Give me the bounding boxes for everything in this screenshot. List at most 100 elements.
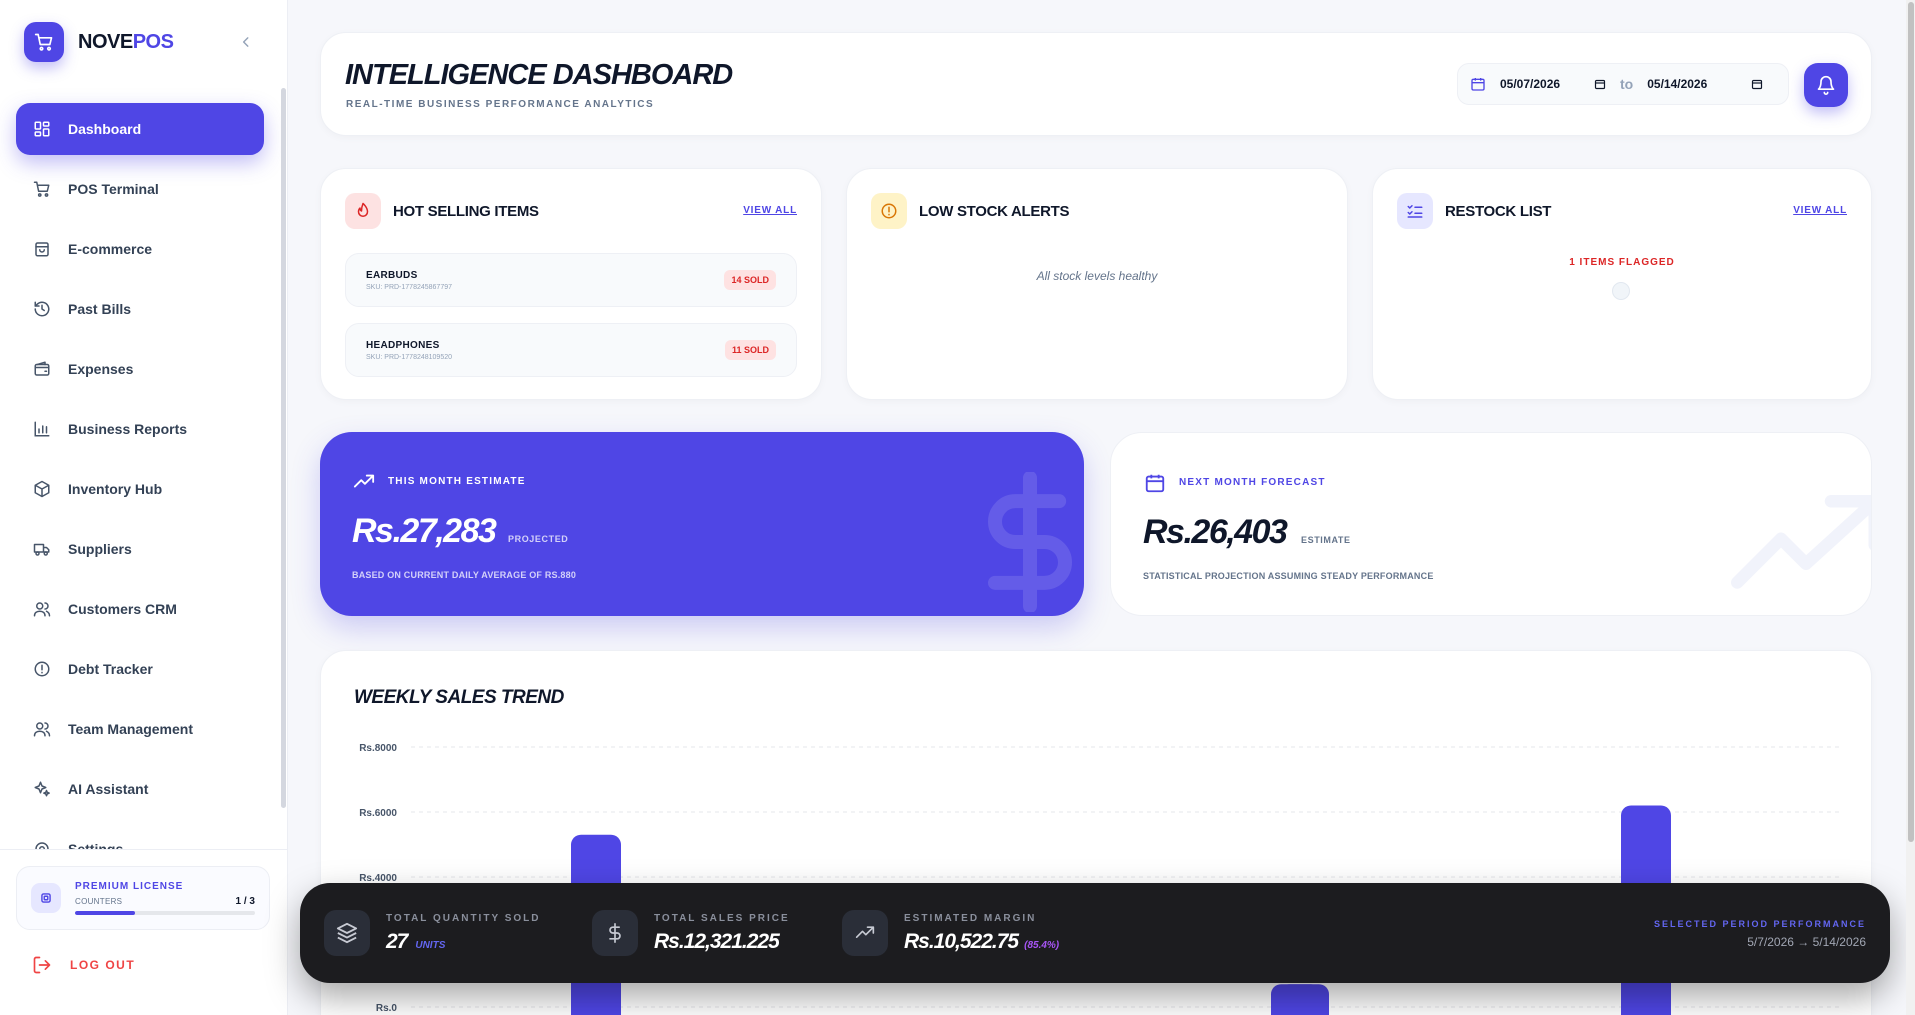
warning-icon <box>871 193 907 229</box>
margin-percent: (85.4%) <box>1024 939 1060 951</box>
license-title: PREMIUM LICENSE <box>75 881 184 892</box>
next-month-tag: ESTIMATE <box>1301 535 1351 545</box>
sales-value: Rs.12,321.225 <box>654 929 780 953</box>
logout-icon <box>33 956 51 974</box>
sidebar-item-label: Inventory Hub <box>68 481 163 497</box>
page-scrollbar[interactable] <box>1908 2 1914 842</box>
sidebar-item-inventory-hub[interactable]: Inventory Hub <box>16 463 264 515</box>
this-month-label: THIS MONTH ESTIMATE <box>388 476 526 487</box>
date-to-input[interactable]: 05/14/2026 <box>1647 77 1763 91</box>
low-stock-card: LOW STOCK ALERTS All stock levels health… <box>846 168 1348 400</box>
layers-icon <box>324 910 370 956</box>
license-chip-icon <box>31 883 61 913</box>
list-item[interactable]: EARBUDS SKU: PRD-1778245867797 14 SOLD <box>345 253 797 307</box>
team-icon <box>32 719 52 739</box>
dollar-watermark-icon <box>988 472 1072 612</box>
calendar-icon <box>1471 78 1485 91</box>
sidebar-item-label: Team Management <box>68 721 193 737</box>
cart-logo-icon <box>24 22 64 62</box>
sidebar-divider <box>0 849 288 850</box>
restock-loading-indicator <box>1612 282 1630 300</box>
truck-icon <box>32 539 52 559</box>
sold-badge: 14 SOLD <box>724 270 776 290</box>
sidebar-item-ecommerce[interactable]: E-commerce <box>16 223 264 275</box>
premium-license-card[interactable]: PREMIUM LICENSE COUNTERS 1 / 3 <box>16 866 270 930</box>
item-name: EARBUDS <box>366 269 418 281</box>
restock-view-all-link[interactable]: VIEW ALL <box>1793 205 1847 216</box>
this-month-note: BASED ON CURRENT DAILY AVERAGE OF RS.880 <box>352 570 577 580</box>
users-icon <box>32 599 52 619</box>
date-from-input[interactable]: 05/07/2026 <box>1500 77 1606 91</box>
hot-selling-title: HOT SELLING ITEMS <box>393 203 539 220</box>
qty-value: 27 <box>386 929 408 953</box>
header-card: INTELLIGENCE DASHBOARD REAL-TIME BUSINES… <box>320 32 1872 136</box>
sidebar-nav: Dashboard POS Terminal E-commerce Past B… <box>16 103 264 850</box>
bar-chart-icon <box>32 419 52 439</box>
sidebar-item-pos-terminal[interactable]: POS Terminal <box>16 163 264 215</box>
sidebar-item-label: Customers CRM <box>68 601 177 617</box>
sidebar-item-ai-assistant[interactable]: AI Assistant <box>16 763 264 815</box>
sidebar-item-team-management[interactable]: Team Management <box>16 703 264 755</box>
chart-bar[interactable] <box>1279 984 1329 1015</box>
brand[interactable]: NOVEPOS <box>24 22 174 62</box>
restock-card: RESTOCK LIST VIEW ALL 1 ITEMS FLAGGED <box>1372 168 1872 400</box>
license-progress-fill <box>75 911 135 915</box>
sidebar-item-label: Expenses <box>68 361 134 377</box>
sidebar-item-past-bills[interactable]: Past Bills <box>16 283 264 335</box>
next-month-note: STATISTICAL PROJECTION ASSUMING STEADY P… <box>1143 571 1434 581</box>
sidebar-item-business-reports[interactable]: Business Reports <box>16 403 264 455</box>
y-tick-label: Rs.8000 <box>359 743 397 754</box>
y-tick-label: Rs.0 <box>376 1003 398 1014</box>
margin-value: Rs.10,522.75 <box>904 929 1019 953</box>
sidebar-item-dashboard[interactable]: Dashboard <box>16 103 264 155</box>
brand-name: NOVEPOS <box>78 30 174 53</box>
item-sku: SKU: PRD-1778248109520 <box>366 353 453 361</box>
sidebar-item-suppliers[interactable]: Suppliers <box>16 523 264 575</box>
sidebar-item-expenses[interactable]: Expenses <box>16 343 264 395</box>
collapse-sidebar-button[interactable] <box>236 32 256 52</box>
hot-selling-view-all-link[interactable]: VIEW ALL <box>743 205 797 216</box>
logout-button[interactable]: LOG OUT <box>32 955 135 975</box>
sold-badge: 11 SOLD <box>724 340 776 360</box>
dashboard-icon <box>32 119 52 139</box>
sidebar-item-settings[interactable]: Settings <box>16 823 264 850</box>
calendar-picker-icon <box>1594 79 1606 90</box>
restock-title: RESTOCK LIST <box>1445 203 1552 220</box>
qty-label: TOTAL QUANTITY SOLD <box>386 912 541 924</box>
sales-label: TOTAL SALES PRICE <box>654 912 790 924</box>
chevron-left-icon <box>242 37 249 47</box>
calendar-icon <box>1143 471 1167 495</box>
page-title: INTELLIGENCE DASHBOARD <box>345 59 733 91</box>
sidebar-item-customers-crm[interactable]: Customers CRM <box>16 583 264 635</box>
dollar-icon <box>592 910 638 956</box>
sidebar-item-label: AI Assistant <box>68 781 149 797</box>
notifications-button[interactable] <box>1804 63 1848 107</box>
this-month-estimate-card: THIS MONTH ESTIMATE Rs.27,283 PROJECTED … <box>320 432 1084 616</box>
sidebar-item-label: Past Bills <box>68 301 132 317</box>
trend-watermark-icon <box>1731 495 1871 589</box>
list-item[interactable]: HEADPHONES SKU: PRD-1778248109520 11 SOL… <box>345 323 797 377</box>
sidebar: NOVEPOS Dashboard POS Terminal E-commerc… <box>0 0 288 1015</box>
package-icon <box>32 479 52 499</box>
bell-icon <box>1817 75 1835 95</box>
this-month-value: Rs.27,283 <box>352 512 497 550</box>
license-subtitle: COUNTERS <box>75 897 123 906</box>
period-range: 5/7/2026 → 5/14/2026 <box>1747 935 1866 949</box>
sidebar-scrollbar[interactable] <box>281 88 286 808</box>
license-progress <box>75 911 255 915</box>
sidebar-item-label: Debt Tracker <box>68 661 153 677</box>
sidebar-item-label: Business Reports <box>68 421 188 437</box>
sidebar-item-debt-tracker[interactable]: Debt Tracker <box>16 643 264 695</box>
restock-flagged-count: 1 ITEMS FLAGGED <box>1569 257 1675 268</box>
qty-unit: UNITS <box>415 939 446 951</box>
sidebar-scroll-area: NOVEPOS Dashboard POS Terminal E-commerc… <box>0 0 288 850</box>
wallet-icon <box>32 359 52 379</box>
item-sku: SKU: PRD-1778245867797 <box>366 283 453 291</box>
next-month-forecast-card: NEXT MONTH FORECAST Rs.26,403 ESTIMATE S… <box>1110 432 1872 616</box>
page-subtitle: REAL-TIME BUSINESS PERFORMANCE ANALYTICS <box>346 99 655 110</box>
arrow-right-icon: → <box>1797 935 1810 949</box>
sidebar-item-label: Dashboard <box>68 121 142 137</box>
total-quantity-stat: TOTAL QUANTITY SOLD 27 UNITS <box>324 883 540 983</box>
low-stock-empty-text: All stock levels healthy <box>1036 269 1158 283</box>
cart-icon <box>32 179 52 199</box>
